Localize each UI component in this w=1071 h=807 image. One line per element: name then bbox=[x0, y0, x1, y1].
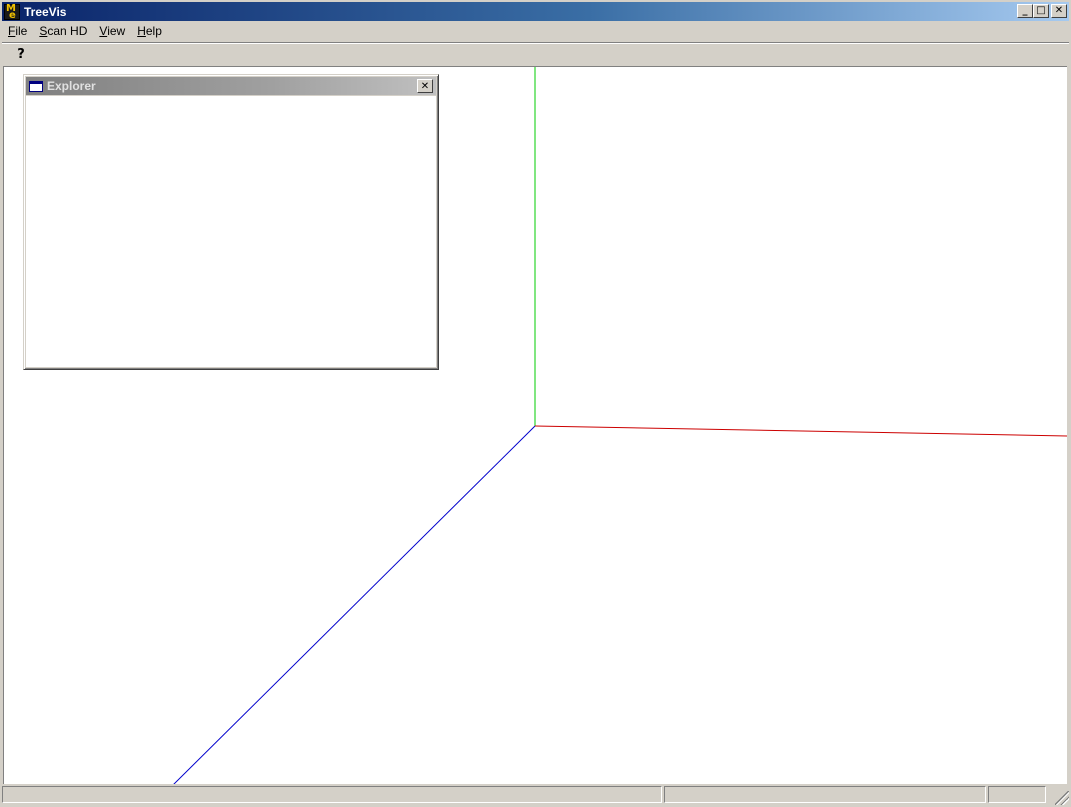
toolbar: ? bbox=[2, 42, 1069, 64]
window-icon bbox=[29, 80, 43, 92]
menu-view[interactable]: View bbox=[93, 22, 131, 40]
maximize-icon: □ bbox=[1036, 5, 1046, 16]
status-pane-2 bbox=[664, 786, 986, 803]
close-button[interactable]: ✕ bbox=[1051, 4, 1067, 18]
menu-help-mnemonic: H bbox=[137, 24, 146, 38]
explorer-close-button[interactable]: ✕ bbox=[417, 79, 433, 93]
explorer-tree-area[interactable] bbox=[26, 96, 436, 367]
menu-view-label: iew bbox=[107, 24, 126, 38]
status-bar bbox=[2, 786, 1069, 805]
minimize-button[interactable]: _ bbox=[1017, 4, 1033, 18]
resize-grip-icon[interactable] bbox=[1055, 791, 1069, 805]
menu-scan-hd-label: can HD bbox=[47, 24, 88, 38]
title-bar[interactable]: Me TreeVis _ □ ✕ bbox=[2, 2, 1069, 21]
menu-help[interactable]: Help bbox=[131, 22, 168, 40]
menu-help-label: elp bbox=[145, 24, 162, 38]
title-buttons: _ □ ✕ bbox=[1017, 4, 1067, 18]
menu-file[interactable]: File bbox=[2, 22, 33, 40]
x-axis-line bbox=[534, 425, 1067, 437]
menu-bar: File Scan HD View Help bbox=[2, 22, 1069, 40]
explorer-window[interactable]: Explorer ✕ bbox=[23, 74, 439, 370]
close-icon: ✕ bbox=[1054, 5, 1064, 16]
close-icon: ✕ bbox=[420, 80, 430, 92]
treevis-app-icon[interactable]: Me bbox=[4, 3, 20, 20]
help-question-icon[interactable]: ? bbox=[12, 45, 30, 63]
menu-scan-hd[interactable]: Scan HD bbox=[33, 22, 93, 40]
z-axis-line bbox=[173, 425, 536, 784]
explorer-title-bar[interactable]: Explorer ✕ bbox=[26, 77, 436, 95]
status-pane-3 bbox=[988, 786, 1046, 803]
minimize-icon: _ bbox=[1022, 5, 1028, 16]
treevis-window: Me TreeVis _ □ ✕ File Scan HD View Help … bbox=[0, 0, 1071, 807]
menu-file-label: ile bbox=[15, 24, 28, 38]
explorer-title: Explorer bbox=[47, 79, 96, 93]
status-pane-main bbox=[2, 786, 662, 803]
maximize-button[interactable]: □ bbox=[1033, 4, 1049, 18]
window-title: TreeVis bbox=[24, 4, 67, 19]
